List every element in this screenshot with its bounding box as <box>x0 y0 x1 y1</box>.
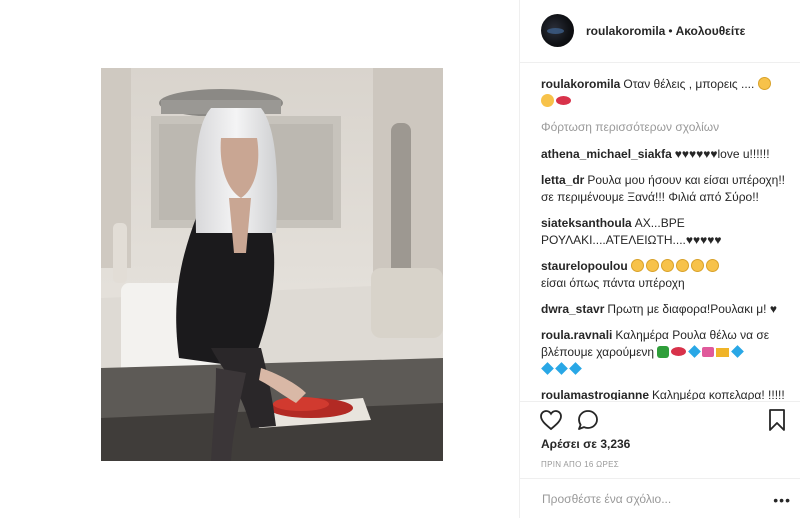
post-header: roulakoromila • Ακολουθείτε <box>520 0 800 63</box>
comment-username-link[interactable]: roulamastrogianne <box>541 388 649 400</box>
comment-item: staurelopoulou είσαι όπως πάντα υπέροχη <box>541 258 791 292</box>
likes-count-link[interactable]: Αρέσει σε 3,236 <box>541 437 630 451</box>
comment-item: dwra_stavr Πρωτη με διαφορα!Ρουλακι μ! ♥ <box>541 301 791 318</box>
clover-emoji-icon <box>657 346 670 358</box>
post-actions-bar <box>520 401 800 442</box>
grinning-face-emoji-icon <box>630 259 644 272</box>
comment-text: Καλημέρα κοπελαρα! !!!!! <box>652 388 785 400</box>
comment-text: ♥♥♥♥♥♥love u!!!!!! <box>674 147 770 161</box>
load-more-comments-link[interactable]: Φόρτωση περισσότερων σχολίων <box>541 119 791 136</box>
comment-username-link[interactable]: siateksanthoula <box>541 216 632 230</box>
post-photo-image <box>101 68 443 461</box>
diamond-emoji-icon <box>688 345 702 358</box>
bookmark-icon[interactable] <box>765 408 789 432</box>
comment-text: Πρωτη με διαφορα!Ρουλακι μ! ♥ <box>607 302 777 316</box>
header-separator: • <box>668 24 673 38</box>
comment-item: siateksanthoula ΑΧ...ΒΡΕ ΡΟΥΛΑΚΙ....ΑΤΕΛΕ… <box>541 215 791 249</box>
comments-list[interactable]: roulakoromila Οταν θέλεις , μπορεις .... … <box>541 76 791 400</box>
post-media-area <box>0 0 519 518</box>
grinning-face-emoji-icon <box>675 259 689 272</box>
header-text: roulakoromila • Ακολουθείτε <box>586 24 745 38</box>
add-comment-input[interactable] <box>540 491 764 507</box>
add-comment-bar: ••• <box>520 478 800 519</box>
comment-username-link[interactable]: staurelopoulou <box>541 259 628 273</box>
heart-gift-emoji-icon <box>702 347 715 357</box>
diamond-emoji-icon <box>555 362 568 375</box>
smiling-face-emoji-icon <box>757 77 771 90</box>
diamond-emoji-icon <box>569 362 582 375</box>
post-photo[interactable] <box>101 68 443 461</box>
heart-eyes-emoji-icon <box>541 94 554 107</box>
post-timestamp: ΠΡΙΝ ΑΠΟ 16 ΩΡΕΣ <box>541 460 619 469</box>
comment-text: είσαι όπως πάντα υπέροχη <box>541 276 685 290</box>
comment-item: letta_dr Ρουλα μου ήσουν και είσαι υπέροχ… <box>541 172 791 206</box>
caption-username-link[interactable]: roulakoromila <box>541 77 620 91</box>
heart-outline-icon[interactable] <box>539 408 563 432</box>
grinning-face-emoji-icon <box>690 259 704 272</box>
speech-bubble-icon[interactable] <box>576 408 600 432</box>
grinning-face-emoji-icon <box>645 259 659 272</box>
post-sidebar: roulakoromila • Ακολουθείτε roulakoromila Ο… <box>519 0 800 518</box>
kiss-lips-emoji-icon <box>671 347 687 356</box>
following-button[interactable]: Ακολουθείτε <box>676 24 746 38</box>
comment-username-link[interactable]: dwra_stavr <box>541 302 604 316</box>
diamond-emoji-icon <box>541 362 554 375</box>
caption: roulakoromila Οταν θέλεις , μπορεις .... <box>541 76 791 110</box>
avatar[interactable] <box>541 14 574 47</box>
diamond-emoji-icon <box>731 345 745 358</box>
caption-text: Οταν θέλεις , μπορεις .... <box>623 77 755 91</box>
comment-item: roulamastrogianne Καλημέρα κοπελαρα! !!!!… <box>541 387 791 400</box>
grinning-face-emoji-icon <box>660 259 674 272</box>
comment-username-link[interactable]: letta_dr <box>541 173 584 187</box>
kiss-lips-emoji-icon <box>556 96 571 105</box>
comment-username-link[interactable]: roula.ravnali <box>541 328 612 342</box>
header-username-link[interactable]: roulakoromila <box>586 24 665 38</box>
more-options-icon[interactable]: ••• <box>773 492 791 508</box>
comment-username-link[interactable]: athena_michael_siakfa <box>541 147 672 161</box>
comment-item: athena_michael_siakfa ♥♥♥♥♥♥love u!!!!!! <box>541 146 791 163</box>
grinning-face-emoji-icon <box>705 259 719 272</box>
crown-emoji-icon <box>716 348 730 357</box>
comment-item: roula.ravnali Καλημέρα Ρουλα θέλω να σε β… <box>541 327 791 378</box>
